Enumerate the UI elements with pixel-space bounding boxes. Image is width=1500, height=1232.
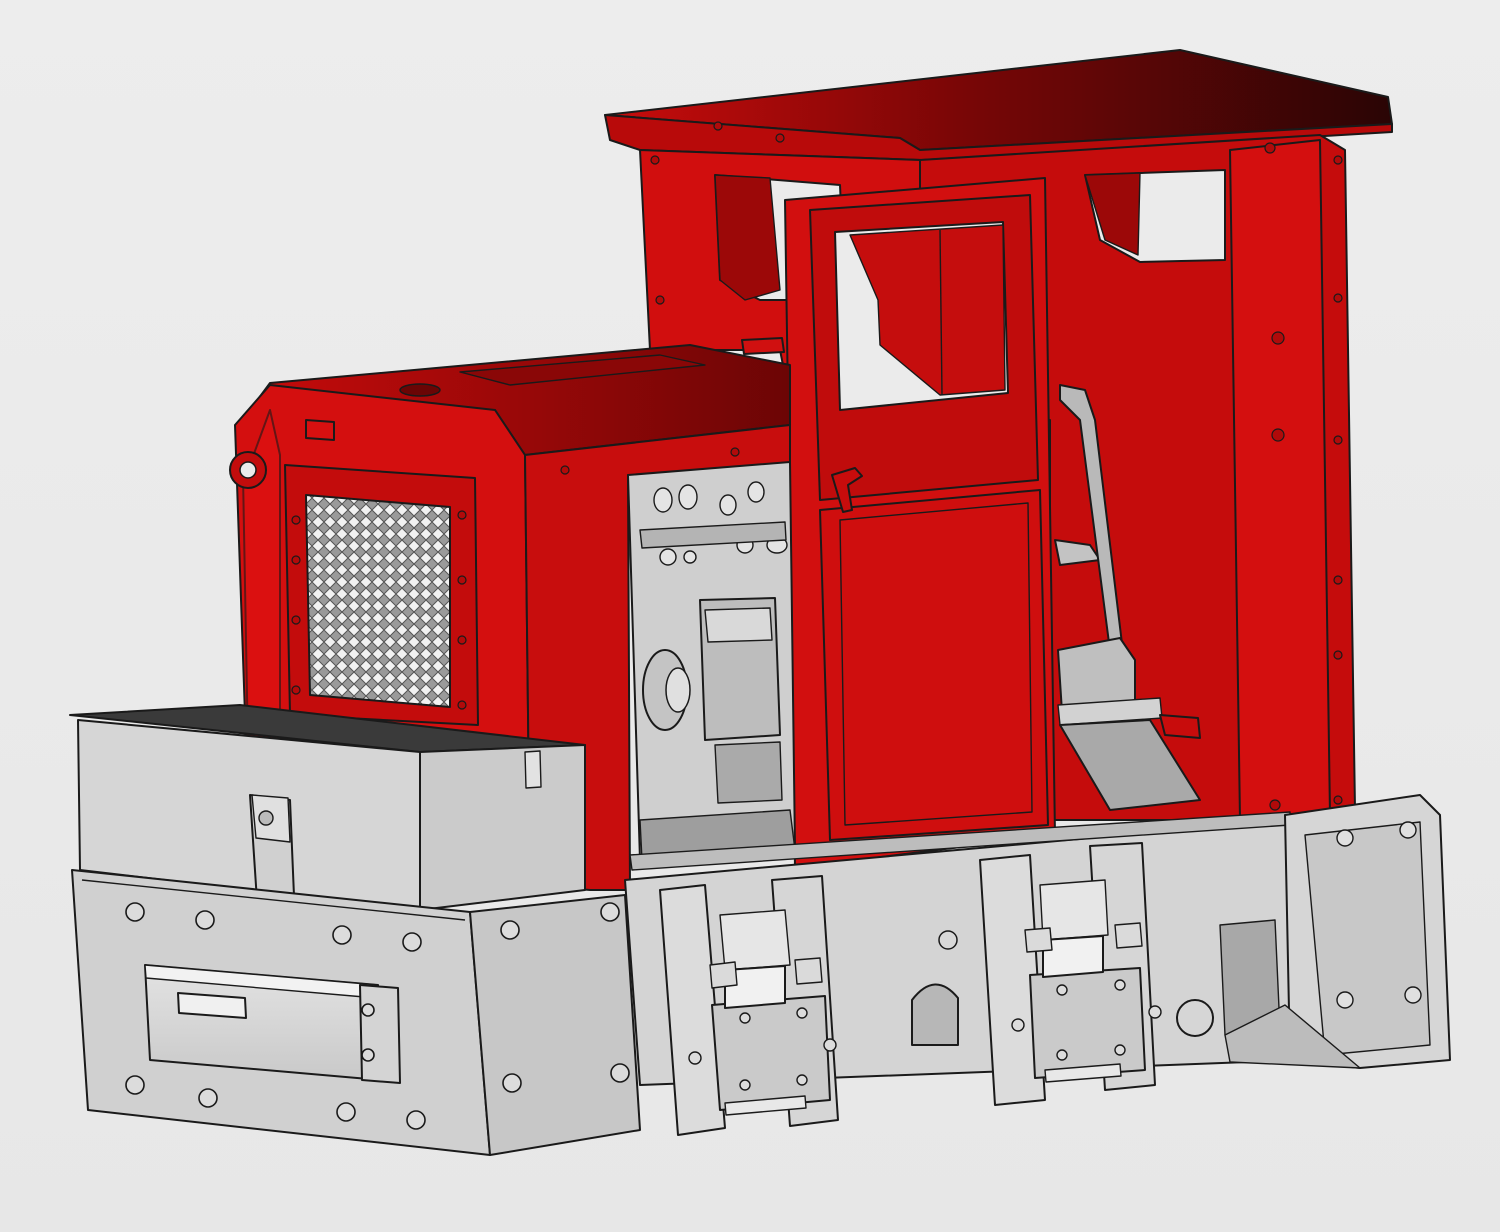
locomotive-model — [69, 49, 1451, 1156]
buffer-slot — [177, 992, 247, 1019]
buffer-box-side — [419, 744, 586, 911]
exhaust-stub — [741, 337, 785, 355]
axlebox-rear — [979, 842, 1162, 1106]
frame-arch — [911, 983, 959, 1046]
headlight-slot — [305, 419, 335, 441]
axlebox-front — [659, 875, 839, 1136]
axlebox-spring-2 — [1042, 935, 1104, 978]
frame-boss — [1176, 999, 1214, 1037]
axlebox-body — [711, 995, 831, 1111]
radiator-grille — [305, 494, 451, 708]
cad-viewport — [0, 0, 1500, 1232]
cab-door — [784, 177, 1056, 869]
door-lower-panel — [819, 489, 1049, 841]
cab-corner-post — [1229, 139, 1331, 821]
filler-cap — [399, 383, 441, 397]
front-buffer-beam — [69, 704, 641, 1156]
buffer-beam-side — [469, 894, 641, 1156]
axlebox-body-2 — [1029, 967, 1146, 1079]
buffer-clamp — [359, 984, 401, 1084]
engine-bay — [627, 461, 796, 861]
lamp-post — [524, 750, 542, 789]
